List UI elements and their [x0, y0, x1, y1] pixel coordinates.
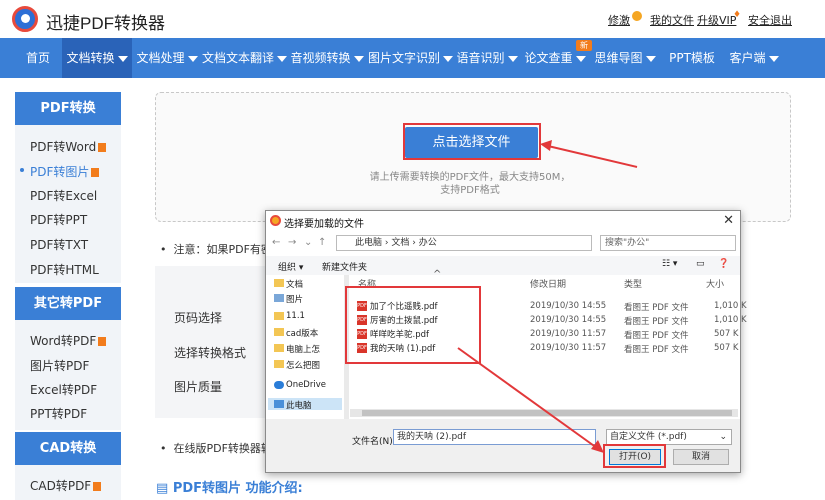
arrow-line [547, 145, 638, 168]
arrow-head [540, 140, 552, 151]
arrow-head [591, 440, 604, 453]
arrow-line [457, 347, 598, 449]
annotation-arrows [457, 140, 638, 453]
